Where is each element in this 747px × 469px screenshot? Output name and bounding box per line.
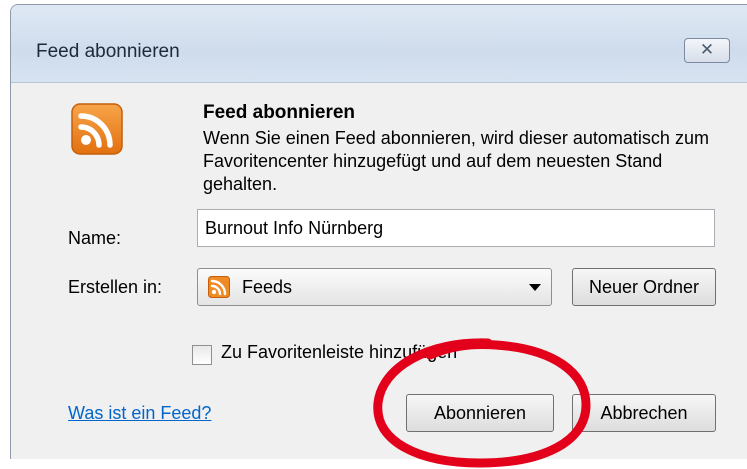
add-to-favorites-bar-checkbox[interactable] xyxy=(192,345,212,365)
rss-feed-icon xyxy=(71,103,123,155)
create-in-value: Feeds xyxy=(242,277,293,297)
close-icon: ✕ xyxy=(699,40,715,59)
dialog-body: Feed abonnieren Wenn Sie einen Feed abon… xyxy=(11,83,747,468)
dialog-description: Wenn Sie einen Feed abonnieren, wird die… xyxy=(203,128,709,194)
close-button[interactable]: ✕ xyxy=(684,38,730,63)
feed-subscribe-dialog: Feed abonnieren ✕ Feed abonnieren Wenn S… xyxy=(10,4,747,468)
title-bar[interactable]: Feed abonnieren ✕ xyxy=(11,5,747,83)
checkbox-label[interactable]: Zu Favoritenleiste hinzufügen xyxy=(221,342,457,363)
subscribe-button[interactable]: Abonnieren xyxy=(406,394,554,432)
name-label: Name: xyxy=(68,228,122,248)
chevron-down-icon[interactable] xyxy=(529,284,541,291)
new-folder-button[interactable]: Neuer Ordner xyxy=(572,268,716,306)
cancel-button[interactable]: Abbrechen xyxy=(572,394,716,432)
window-title: Feed abonnieren xyxy=(36,41,180,62)
dialog-heading: Feed abonnieren xyxy=(203,102,356,123)
name-input[interactable] xyxy=(197,209,715,247)
what-is-a-feed-link[interactable]: Was ist ein Feed? xyxy=(68,403,211,424)
create-in-dropdown[interactable]: Feeds xyxy=(197,268,552,306)
rss-folder-icon xyxy=(208,276,230,298)
create-in-label: Erstellen in: xyxy=(68,277,163,297)
